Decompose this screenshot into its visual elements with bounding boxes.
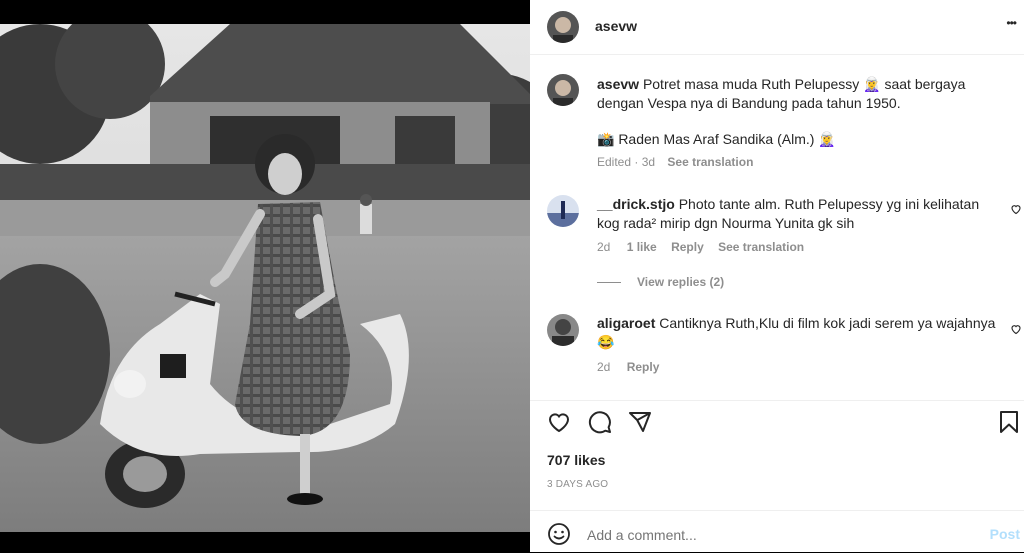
reply-button[interactable]: Reply	[627, 360, 660, 374]
post-media-pane	[0, 0, 530, 552]
view-replies-line	[597, 282, 621, 284]
more-options-icon[interactable]: •••	[1006, 16, 1017, 30]
caption-see-translation[interactable]: See translation	[667, 155, 753, 169]
comment-line-1: Cantiknya Ruth,Klu di film kok jadi sere…	[659, 315, 996, 331]
post-date[interactable]: 3 DAYS AGO	[547, 479, 608, 490]
post-header: asevw •••	[530, 0, 1024, 55]
post-photo[interactable]	[0, 24, 530, 532]
view-replies-label: View replies (2)	[637, 275, 725, 289]
share-send-icon[interactable]	[628, 410, 652, 434]
comment-meta: 2d Reply	[597, 360, 659, 374]
comment-likes[interactable]: 1 like	[627, 240, 657, 254]
post-comment-button[interactable]: Post	[990, 526, 1020, 542]
comment-time[interactable]: 2d	[597, 360, 610, 374]
author-avatar[interactable]	[547, 11, 579, 43]
comment-bubble-icon[interactable]	[588, 410, 612, 434]
vintage-photo-illustration	[0, 24, 530, 532]
reply-button[interactable]: Reply	[671, 240, 704, 254]
author-username[interactable]: asevw	[595, 18, 637, 34]
avatar-image	[547, 74, 579, 106]
like-comment-heart-icon[interactable]	[1010, 203, 1022, 215]
view-replies[interactable]: View replies (2)	[597, 275, 724, 289]
caption-credit: 📸 Raden Mas Araf Sandika (Alm.) 🧝‍♀️	[597, 131, 836, 147]
avatar-image	[547, 195, 579, 227]
comment-text: __drick.stjo Photo tante alm. Ruth Pelup…	[597, 195, 997, 233]
comment-line-2: kog rada² mirip dgn Nourma Yunita gk sih	[597, 215, 855, 231]
caption-author-avatar[interactable]	[547, 74, 579, 106]
comment-time[interactable]: 2d	[597, 240, 610, 254]
comment-line-2: 😂	[597, 334, 615, 350]
like-heart-icon[interactable]	[547, 410, 571, 434]
caption-author[interactable]: asevw	[597, 76, 639, 92]
comment-meta: 2d 1 like Reply See translation	[597, 240, 804, 254]
avatar-image	[547, 11, 579, 43]
commenter-avatar[interactable]	[547, 314, 579, 346]
caption-text: asevw Potret masa muda Ruth Pelupessy 🧝‍…	[597, 75, 997, 113]
likes-count[interactable]: 707 likes	[547, 452, 605, 468]
caption-line-2: dengan Vespa nya di Bandung pada tahun 1…	[597, 95, 901, 111]
caption-time[interactable]: Edited · 3d	[597, 155, 655, 169]
like-comment-heart-icon[interactable]	[1010, 323, 1022, 335]
add-comment-bar: Post	[530, 510, 1024, 553]
comment-author[interactable]: __drick.stjo	[597, 196, 675, 212]
save-bookmark-icon[interactable]	[998, 410, 1020, 434]
comment-input[interactable]	[585, 522, 949, 548]
caption-line-1: Potret masa muda Ruth Pelupessy 🧝‍♀️ saa…	[642, 76, 966, 92]
comment-text: aligaroet Cantiknya Ruth,Klu di film kok…	[597, 314, 1007, 352]
caption-meta: Edited · 3d See translation	[597, 155, 753, 169]
comment-see-translation[interactable]: See translation	[718, 240, 804, 254]
comment-line-1: Photo tante alm. Ruth Pelupessy yg ini k…	[678, 196, 980, 212]
comment-author[interactable]: aligaroet	[597, 315, 655, 331]
post-side-panel: asevw ••• asevw Potret masa muda Ruth Pe…	[530, 0, 1024, 552]
emoji-smiley-icon[interactable]	[547, 522, 571, 546]
commenter-avatar[interactable]	[547, 195, 579, 227]
avatar-image	[547, 314, 579, 346]
